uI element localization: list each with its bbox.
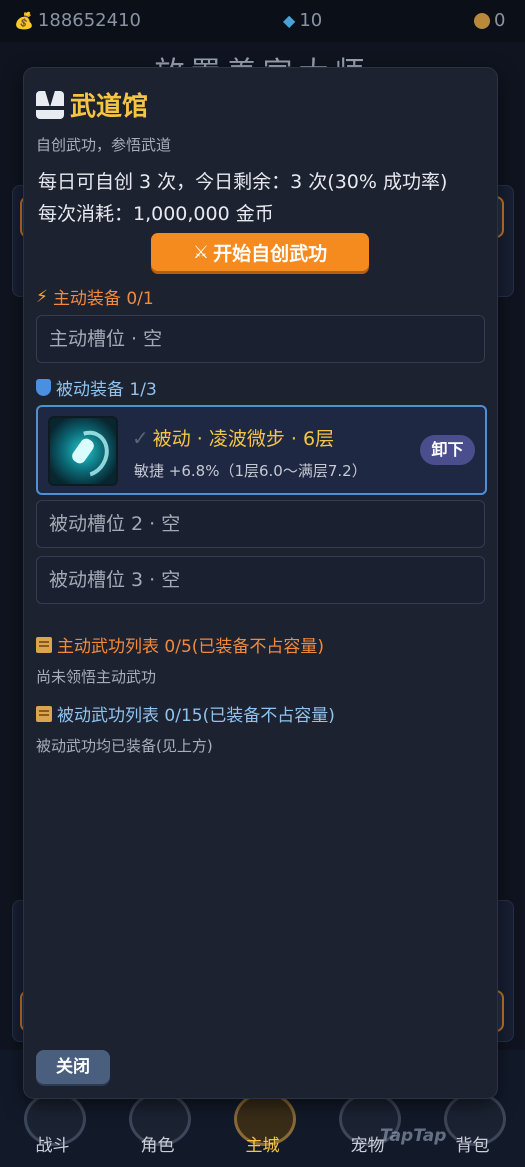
diamond-resource: ◆ 10 [283,10,322,31]
check-icon: ✓ [132,425,149,450]
crossed-swords-icon: ⚔ [192,241,210,263]
equipped-skill-desc: 敏捷 +6.8%（1层6.0～满层7.2） [134,462,367,480]
passive-slot-2-empty[interactable]: 被动槽位 2 · 空 [36,500,485,548]
top-resource-bar: 💰 188652410 ◆ 10 0 [0,0,525,42]
uniform-icon [36,90,64,119]
start-create-button[interactable]: ⚔ 开始自创武功 [151,233,369,271]
active-equip-header: ⚡ 主动装备 0/1 [36,284,154,310]
diamond-icon: ◆ [283,11,296,30]
martial-hall-modal: 武道馆 自创武功，参悟武道 每日可自创 3 次，今日剩余：3 次(30% 成功率… [24,68,497,1098]
passive-slot-3-empty[interactable]: 被动槽位 3 · 空 [36,556,485,604]
passive-equip-header: 被动装备 1/3 [36,375,157,400]
coin-amount: 0 [494,10,506,31]
passive-list-header: 被动武功列表 0/15(已装备不占容量) [36,701,335,726]
active-slot-empty[interactable]: 主动槽位 · 空 [36,315,485,363]
coin-resource: 0 [474,10,505,31]
unequip-button[interactable]: 卸下 [420,435,475,465]
modal-title-row: 武道馆 [36,86,148,123]
scroll-icon [36,705,52,722]
passive-list-note: 被动武功均已装备(见上方) [36,737,213,755]
modal-subtitle: 自创武功，参悟武道 [36,136,172,154]
equipped-skill-name-row: ✓ 被动 · 凌波微步 · 6层 [132,424,334,451]
passive-list-title: 被动武功列表 0/15(已装备不占容量) [57,706,335,726]
passive-equip-title: 被动装备 1/3 [56,380,157,400]
nav-label-character: 角色 [140,1136,175,1156]
money-bag-icon: 💰 [14,11,34,30]
start-create-label: 开始自创武功 [213,242,328,265]
diamond-amount: 10 [299,10,323,31]
lingbo-weibu-skill-icon [48,416,118,486]
taptap-watermark: TapTap [380,1126,447,1146]
lightning-icon: ⚡ [36,286,48,307]
shield-icon [36,379,51,396]
active-list-title: 主动武功列表 0/5(已装备不占容量) [57,637,325,657]
cost-info: 每次消耗：1,000,000 金币 [38,203,274,225]
daily-create-info: 每日可自创 3 次，今日剩余：3 次(30% 成功率) [38,171,448,193]
modal-title: 武道馆 [70,92,149,122]
gold-resource: 💰 188652410 [14,10,141,31]
scroll-icon [36,636,52,653]
active-list-empty-note: 尚未领悟主动武功 [36,668,157,686]
nav-label-city: 主城 [245,1136,280,1156]
passive-slot-1-equipped[interactable]: ✓ 被动 · 凌波微步 · 6层 敏捷 +6.8%（1层6.0～满层7.2） 卸… [36,405,487,495]
gold-amount: 188652410 [37,10,141,31]
nav-label-battle: 战斗 [35,1136,70,1156]
close-button[interactable]: 关闭 [36,1050,110,1084]
coin-icon [474,12,490,29]
active-equip-title: 主动装备 0/1 [52,289,154,309]
active-list-header: 主动武功列表 0/5(已装备不占容量) [36,632,324,657]
equipped-skill-name: 被动 · 凌波微步 · 6层 [152,428,335,450]
